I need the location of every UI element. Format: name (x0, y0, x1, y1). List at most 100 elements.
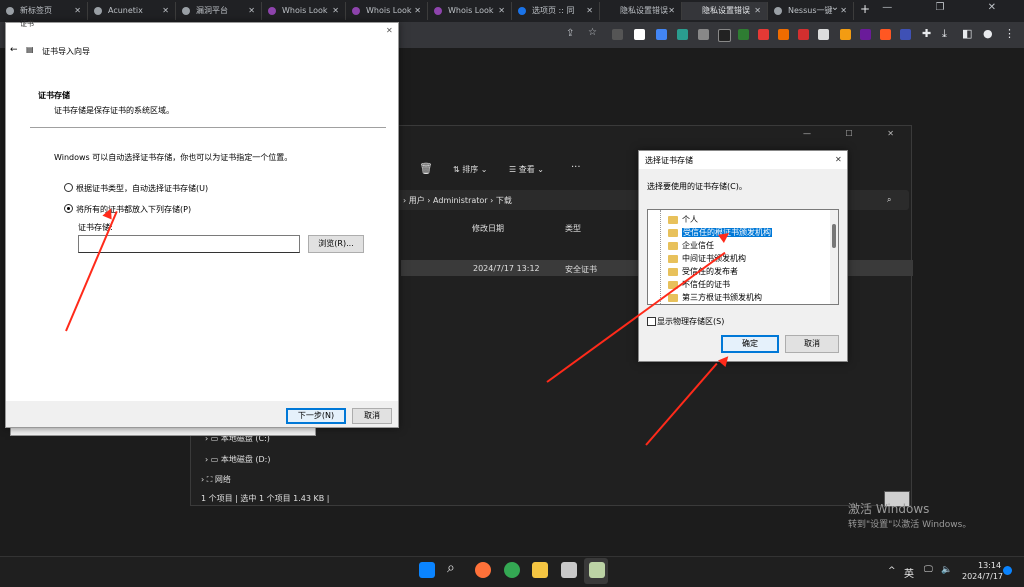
extension-icon[interactable] (738, 29, 749, 40)
certificate-store-tree[interactable]: 个人 受信任的根证书颁发机构 企业信任 中间证书颁发机构 受信任的发布者 不信任… (647, 209, 839, 305)
sidebar-icon[interactable]: ◧ (962, 27, 972, 40)
column-header-date[interactable]: 修改日期 (472, 223, 504, 234)
extension-icon[interactable] (656, 29, 667, 40)
show-physical-label[interactable]: 显示物理存储区(S) (657, 316, 724, 327)
tray-overflow-icon[interactable]: ^ (888, 566, 896, 576)
back-arrow-icon[interactable]: ← (10, 45, 18, 55)
sort-button[interactable]: ⇅ 排序 ⌄ (453, 164, 488, 175)
browser-tab-active[interactable]: 隐私设置错误 ✕ (682, 2, 768, 20)
tab-favicon-icon (352, 7, 360, 15)
volume-icon[interactable]: 🔈 (941, 565, 952, 575)
browser-tab[interactable]: Acunetix ✕ (88, 2, 176, 20)
close-icon[interactable]: ✕ (162, 2, 169, 20)
search-icon[interactable]: ⌕ (887, 195, 891, 205)
profile-icon[interactable]: ● (983, 27, 993, 40)
extension-icon[interactable] (840, 29, 851, 40)
scrollbar[interactable] (830, 210, 838, 304)
clock-time[interactable]: 13:14 (978, 561, 1001, 570)
radio-manual-store[interactable] (64, 204, 73, 213)
browser-tab[interactable]: 漏洞平台 ✕ (176, 2, 262, 20)
close-icon[interactable]: ✕ (498, 2, 505, 20)
tree-item[interactable]: 个人 (668, 214, 698, 226)
close-icon[interactable]: ✕ (835, 155, 842, 164)
browser-tab[interactable]: Whois Look ✕ (428, 2, 512, 20)
section-description: 证书存储是保存证书的系统区域。 (54, 106, 174, 115)
browser-window-controls[interactable]: ⌄ — ❐ ✕ (831, 2, 1016, 13)
extensions-puzzle-icon[interactable]: ✚ (922, 27, 931, 40)
store-input[interactable] (78, 235, 300, 253)
notification-icon[interactable] (1003, 566, 1012, 575)
close-icon[interactable]: ✕ (74, 2, 81, 20)
chrome-icon[interactable] (504, 562, 520, 578)
tab-favicon-icon (182, 7, 190, 15)
globe-icon (774, 7, 782, 15)
show-physical-checkbox[interactable] (647, 317, 656, 326)
input-language[interactable]: 英 (904, 565, 914, 580)
radio-auto-store[interactable] (64, 183, 73, 192)
radio-manual-store-label[interactable]: 将所有的证书都放入下列存储(P) (76, 204, 191, 215)
radio-auto-store-label[interactable]: 根据证书类型，自动选择证书存储(U) (76, 183, 208, 194)
browser-tab-bar: 新标签页 ✕ Acunetix ✕ 漏洞平台 ✕ Whois Look ✕ Whois … (0, 0, 1024, 22)
browser-tab[interactable]: 新标签页 ✕ (0, 2, 88, 20)
tab-favicon-icon (94, 7, 102, 15)
bookmark-star-icon[interactable]: ☆ (588, 27, 597, 38)
breadcrumb: › 用户 › Administrator › 下载 (403, 196, 512, 205)
folder-icon (668, 229, 678, 237)
windows-start-icon[interactable] (419, 562, 435, 578)
browser-tab[interactable]: Whois Look ✕ (346, 2, 428, 20)
extension-icon[interactable] (880, 29, 891, 40)
extension-icon[interactable] (612, 29, 623, 40)
close-icon[interactable]: ✕ (386, 26, 393, 35)
certificate-app-icon[interactable] (589, 562, 605, 578)
close-icon[interactable]: ✕ (586, 2, 593, 20)
activation-watermark-title: 激活 Windows (848, 502, 930, 516)
tab-favicon-icon (6, 7, 14, 15)
column-header-type[interactable]: 类型 (565, 223, 581, 234)
explorer-window-controls[interactable]: — ☐ ✕ (803, 129, 910, 138)
nav-item-drive-d[interactable]: › ▭ 本地磁盘 (D:) (205, 454, 270, 465)
tab-favicon-icon (268, 7, 276, 15)
tree-item[interactable]: 企业信任 (668, 240, 714, 252)
extension-icon[interactable] (900, 29, 911, 40)
firefox-icon[interactable] (475, 562, 491, 578)
clock-date[interactable]: 2024/7/17 (962, 572, 1003, 581)
cancel-button[interactable]: 取消 (352, 408, 392, 424)
extension-icon[interactable] (634, 29, 645, 40)
browse-button[interactable]: 浏览(R)... (308, 235, 364, 253)
close-icon[interactable]: ✕ (754, 2, 761, 20)
share-icon[interactable]: ⇪ (566, 28, 574, 39)
extension-icon[interactable] (698, 29, 709, 40)
browser-tab[interactable]: Whois Look ✕ (262, 2, 346, 20)
extension-icon[interactable] (798, 29, 809, 40)
browser-tab[interactable]: 隐私设置错误 ✕ (600, 2, 682, 20)
close-icon[interactable]: ✕ (332, 2, 339, 20)
close-icon[interactable]: ✕ (668, 2, 675, 20)
nav-item-network[interactable]: › ⛶ 网络 (201, 474, 231, 485)
search-icon[interactable]: ⌕ (447, 560, 455, 576)
extension-icon[interactable] (758, 29, 769, 40)
trash-icon[interactable]: 🗑 (419, 162, 433, 175)
app-icon[interactable] (561, 562, 577, 578)
view-button[interactable]: ☰ 查看 ⌄ (509, 164, 544, 175)
next-button[interactable]: 下一步(N) (286, 408, 346, 424)
folder-icon (668, 242, 678, 250)
extension-icon[interactable] (677, 29, 688, 40)
drive-icon: › ▭ (205, 455, 221, 464)
menu-kebab-icon[interactable]: ⋮ (1004, 27, 1015, 40)
cancel-button[interactable]: 取消 (785, 335, 839, 353)
close-icon[interactable]: ✕ (248, 2, 255, 20)
ok-button[interactable]: 确定 (721, 335, 779, 353)
close-icon[interactable]: ✕ (414, 2, 421, 20)
extension-icon[interactable] (860, 29, 871, 40)
extension-icon[interactable] (718, 29, 731, 42)
download-icon[interactable]: ⤓ (942, 27, 947, 41)
network-icon[interactable]: 🖵 (924, 565, 933, 575)
browser-tab[interactable]: 选项页 :: 同 ✕ (512, 2, 600, 20)
extension-icon[interactable] (818, 29, 829, 40)
extension-icon[interactable] (778, 29, 789, 40)
file-explorer-icon[interactable] (532, 562, 548, 578)
dialog-title: 选择证书存储 (645, 156, 693, 165)
more-button[interactable]: ··· (571, 162, 581, 173)
scrollbar-thumb[interactable] (832, 224, 836, 248)
tree-item[interactable]: 第三方根证书颁发机构 (668, 292, 762, 304)
